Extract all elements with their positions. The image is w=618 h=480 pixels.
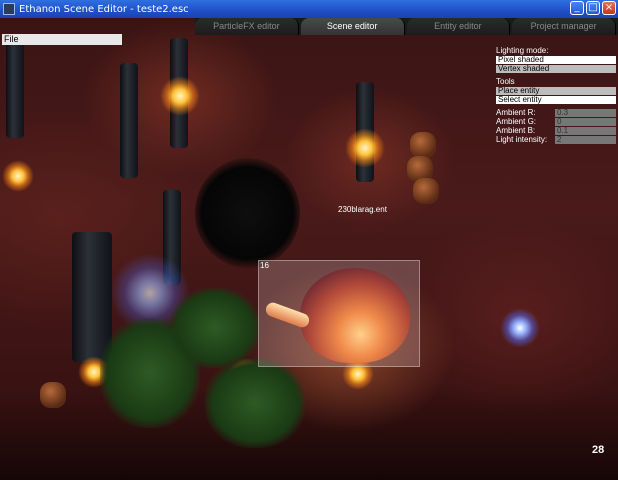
tab-particlefx-editor[interactable]: ParticleFX editor: [195, 18, 299, 35]
scene-viewport[interactable]: 16 230blarag.ent ParticleFX editor Scene…: [0, 18, 618, 480]
light-intensity-input[interactable]: 2: [555, 136, 616, 144]
ambient-g-input[interactable]: 0: [555, 118, 616, 126]
tool-option-select-entity[interactable]: Select entity: [496, 96, 616, 104]
lamp-light: [345, 128, 385, 168]
barrel: [410, 132, 436, 158]
minimize-button[interactable]: _: [570, 1, 584, 15]
lamp-light: [160, 76, 200, 116]
grass-patch: [205, 358, 305, 448]
ambient-b-input[interactable]: 0.1: [555, 127, 616, 135]
entity-label: 230blarag.ent: [338, 205, 387, 214]
scene-settings-panel: Lighting mode: Pixel shaded Vertex shade…: [496, 46, 616, 144]
grass-patch: [170, 288, 260, 368]
blue-light: [500, 308, 540, 348]
tab-project-manager[interactable]: Project manager: [512, 18, 616, 35]
barrel: [413, 178, 439, 204]
file-menu[interactable]: File: [2, 34, 122, 45]
lamp-light: [2, 160, 34, 192]
pillar: [120, 63, 138, 178]
tab-scene-editor[interactable]: Scene editor: [300, 18, 405, 35]
ambient-r-input[interactable]: 0.3: [555, 109, 616, 117]
window-title: Ethanon Scene Editor - teste2.esc: [19, 3, 189, 15]
teapot-entity[interactable]: [300, 268, 410, 363]
maximize-button[interactable]: □: [586, 1, 600, 15]
ambient-g-label: Ambient G:: [496, 117, 537, 126]
close-button[interactable]: ×: [602, 1, 616, 15]
tool-option-place-entity[interactable]: Place entity: [496, 87, 616, 95]
lighting-option-pixel-shaded[interactable]: Pixel shaded: [496, 56, 616, 64]
title-bar[interactable]: Ethanon Scene Editor - teste2.esc _ □ ×: [0, 0, 618, 18]
lighting-mode-label: Lighting mode:: [496, 46, 549, 55]
selected-entity-id: 16: [260, 261, 269, 270]
barrel: [40, 382, 66, 408]
ambient-r-label: Ambient R:: [496, 108, 536, 117]
pillar: [6, 38, 24, 138]
fps-counter: 28: [592, 444, 605, 456]
palm-tree: [195, 158, 300, 268]
app-window: Ethanon Scene Editor - teste2.esc _ □ ×: [0, 0, 618, 480]
light-intensity-label: Light intensity:: [496, 135, 548, 144]
tools-label: Tools: [496, 77, 515, 86]
lighting-option-vertex-shaded[interactable]: Vertex shaded: [496, 65, 616, 73]
ambient-b-label: Ambient B:: [496, 126, 536, 135]
tab-entity-editor[interactable]: Entity editor: [406, 18, 511, 35]
editor-tabs: ParticleFX editor Scene editor Entity ed…: [195, 18, 618, 35]
app-icon: [3, 3, 15, 15]
